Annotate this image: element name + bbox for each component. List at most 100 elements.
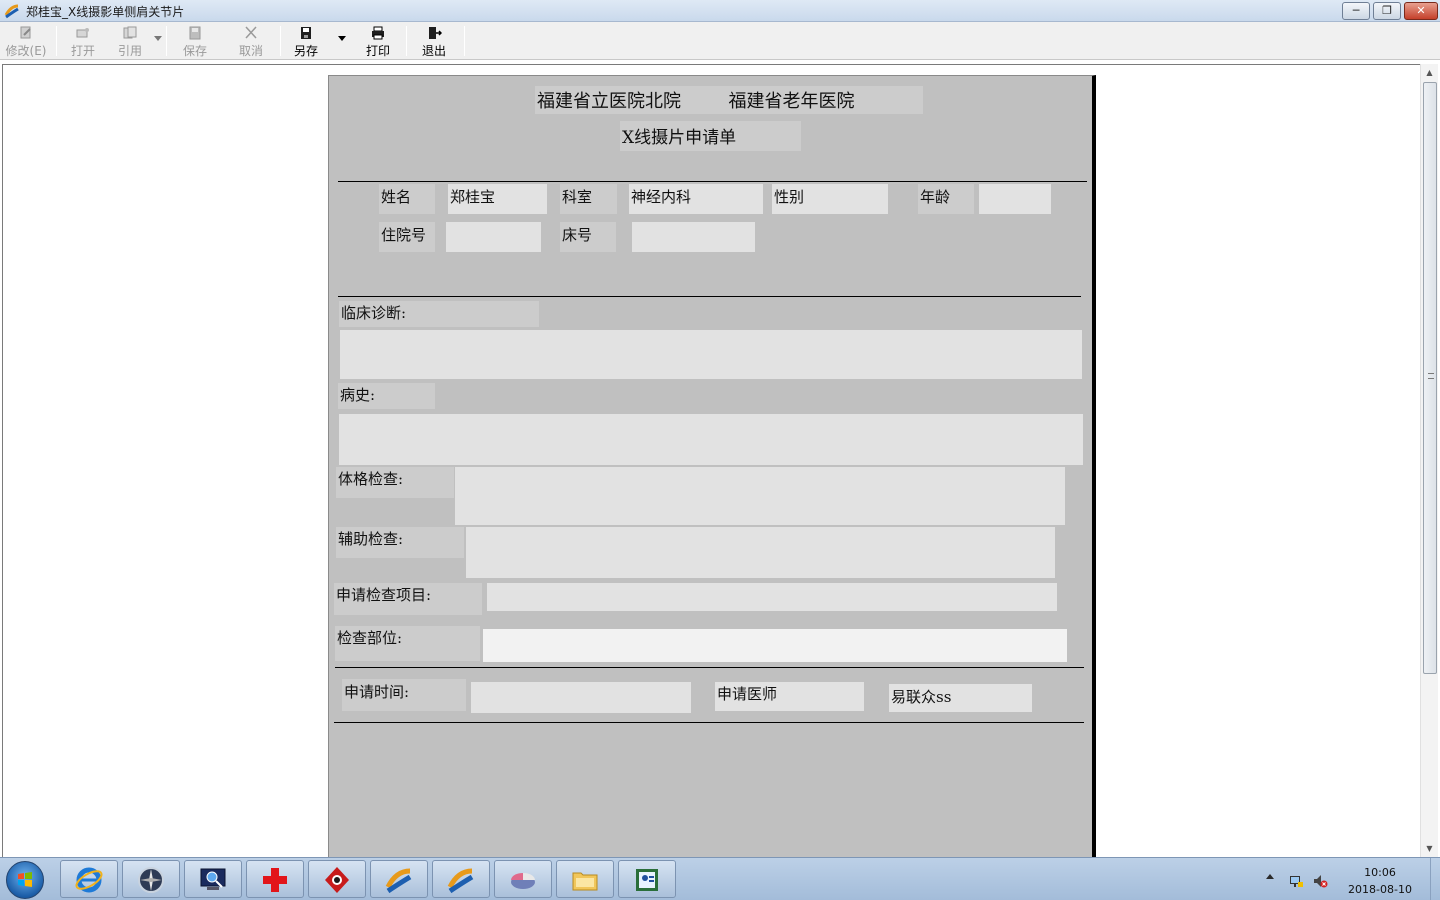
history-field[interactable] xyxy=(339,414,1083,465)
name-label: 姓名 xyxy=(379,184,435,214)
toolbar-separator xyxy=(406,26,407,56)
bed-no-label: 床号 xyxy=(560,222,616,252)
modify-label: 修改(E) xyxy=(5,44,47,58)
printer-icon xyxy=(372,26,384,40)
folder-task[interactable] xyxy=(556,860,614,898)
divider xyxy=(335,667,1084,668)
hospital-name-2: 福建省老年医院 xyxy=(728,91,855,112)
save-disk-icon xyxy=(189,26,201,40)
age-label: 年龄 xyxy=(918,184,974,214)
gender-field[interactable]: 性别 xyxy=(772,184,888,214)
request-time-field[interactable] xyxy=(471,682,691,713)
tray-expand-icon[interactable] xyxy=(1266,874,1274,879)
save-button[interactable]: 保存 xyxy=(174,25,216,59)
cancel-x-icon xyxy=(245,26,257,39)
reference-icon xyxy=(123,26,137,39)
physical-exam-field[interactable] xyxy=(455,467,1065,525)
reference-button[interactable]: 引用 xyxy=(110,25,150,59)
gender-label: 性别 xyxy=(774,188,805,206)
name-field[interactable]: 郑桂宝 xyxy=(448,184,547,214)
print-label: 打印 xyxy=(365,44,390,58)
exam-site-label: 检查部位: xyxy=(335,626,480,661)
clock-date[interactable]: 2018-08-10 xyxy=(1340,883,1420,896)
toolbar-separator xyxy=(280,26,281,56)
his-client-task[interactable] xyxy=(370,860,428,898)
requesting-doctor-field[interactable]: 易联众ss xyxy=(889,684,1032,712)
scroll-down-icon[interactable]: ▼ xyxy=(1421,840,1438,857)
requested-items-label: 申请检查项目: xyxy=(334,583,482,615)
open-button[interactable]: 打开 xyxy=(64,25,102,59)
exit-door-icon xyxy=(429,27,442,39)
xray-request-form: 福建省立医院北院 福建省老年医院 X线摄片申请单 姓名 郑桂宝 科室 神经内科 … xyxy=(328,75,1096,857)
inpatient-no-label: 住院号 xyxy=(379,222,435,252)
physical-exam-label: 体格检查: xyxy=(336,467,454,498)
dept-label: 科室 xyxy=(560,184,617,214)
his-client-icon xyxy=(385,868,412,894)
toolbar-separator xyxy=(464,26,465,56)
open-label: 打开 xyxy=(70,44,95,58)
shield-app-icon xyxy=(325,867,349,893)
scroll-up-icon[interactable]: ▲ xyxy=(1421,64,1438,81)
internet-explorer-task[interactable] xyxy=(60,860,118,898)
minimize-button[interactable]: ─ xyxy=(1342,2,1370,20)
show-desktop-button[interactable] xyxy=(1430,858,1440,900)
internet-explorer-icon xyxy=(75,867,103,893)
exam-site-field[interactable] xyxy=(483,629,1067,662)
reference-label: 引用 xyxy=(117,44,142,58)
aux-exam-field[interactable] xyxy=(466,527,1055,578)
request-time-label: 申请时间: xyxy=(342,679,466,711)
pie-chart-task[interactable] xyxy=(494,860,552,898)
restore-button[interactable]: ❐ xyxy=(1373,2,1401,20)
start-button[interactable] xyxy=(6,861,44,899)
vertical-scrollbar[interactable]: ▲ ▼ xyxy=(1420,64,1438,857)
inpatient-no-field[interactable] xyxy=(446,222,541,252)
pie-chart-icon xyxy=(511,873,535,889)
reference-dropdown-icon[interactable] xyxy=(154,36,162,41)
close-button[interactable]: ✕ xyxy=(1404,2,1438,20)
volume-muted-icon[interactable] xyxy=(1312,873,1328,889)
his-client-task-2[interactable] xyxy=(432,860,490,898)
save-as-label: 另存 xyxy=(293,44,318,58)
his-app-icon xyxy=(4,4,19,19)
clock-time[interactable]: 10:06 xyxy=(1350,866,1410,879)
exit-label: 退出 xyxy=(421,44,446,58)
windows-logo-icon xyxy=(18,872,32,887)
compass-app-icon xyxy=(138,867,164,893)
red-cross-icon xyxy=(263,868,287,892)
cancel-button[interactable]: 取消 xyxy=(230,25,272,59)
divider xyxy=(338,296,1081,297)
his-client-icon-2 xyxy=(447,868,474,894)
hospital-name-1: 福建省立医院北院 xyxy=(537,91,681,112)
scroll-grip xyxy=(1428,373,1434,379)
compass-app-task[interactable] xyxy=(122,860,180,898)
hospital-name-box: 福建省立医院北院 福建省老年医院 xyxy=(535,86,923,114)
edit-document-icon xyxy=(20,26,31,39)
scroll-thumb[interactable] xyxy=(1423,82,1437,674)
aux-exam-label: 辅助检查: xyxy=(336,527,464,558)
requesting-doctor-label: 申请医师 xyxy=(715,682,864,711)
title-bar: 郑桂宝_X线摄影单侧肩关节片 ─ ❐ ✕ xyxy=(0,0,1440,22)
age-field[interactable] xyxy=(979,184,1051,214)
requested-items-field[interactable] xyxy=(487,583,1057,611)
red-cross-task[interactable] xyxy=(246,860,304,898)
id-card-app-task[interactable] xyxy=(618,860,676,898)
folder-icon xyxy=(572,872,598,891)
form-title: X线摄片申请单 xyxy=(620,121,801,151)
toolbar-separator xyxy=(56,26,57,56)
dept-field[interactable]: 神经内科 xyxy=(629,184,763,214)
cancel-label: 取消 xyxy=(238,44,263,58)
shield-app-task[interactable] xyxy=(308,860,366,898)
save-as-button[interactable]: 另存 xyxy=(286,25,326,59)
print-button[interactable]: 打印 xyxy=(358,25,398,59)
clinical-diagnosis-field[interactable] xyxy=(340,330,1082,379)
monitor-search-task[interactable] xyxy=(184,860,242,898)
save-label: 保存 xyxy=(182,44,207,58)
save-as-disk-icon xyxy=(301,27,311,39)
bed-no-field[interactable] xyxy=(632,222,755,252)
save-as-dropdown-icon[interactable] xyxy=(338,36,346,41)
modify-button[interactable]: 修改(E) xyxy=(4,25,48,59)
network-icon[interactable] xyxy=(1288,873,1304,889)
exit-button[interactable]: 退出 xyxy=(414,25,454,59)
divider xyxy=(338,181,1087,182)
divider xyxy=(334,722,1084,723)
